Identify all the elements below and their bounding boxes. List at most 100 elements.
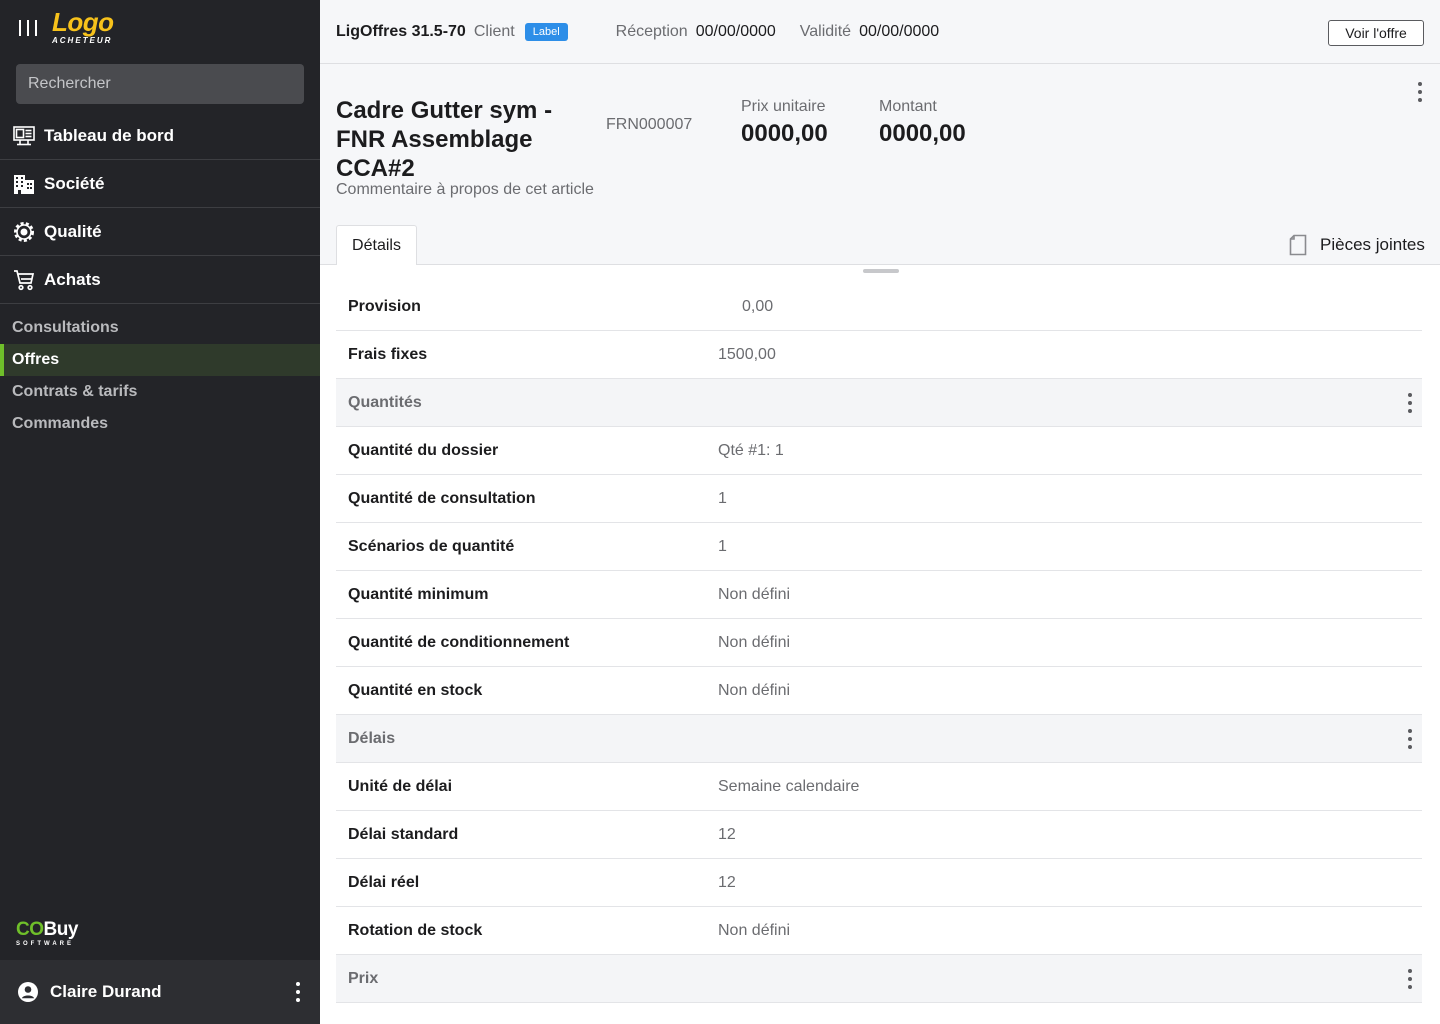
row-delai-standard: Délai standard 12 bbox=[336, 811, 1422, 859]
section-kebab-icon[interactable] bbox=[1398, 727, 1422, 751]
row-label: Provision bbox=[348, 297, 421, 315]
tab-details[interactable]: Détails bbox=[336, 225, 417, 265]
building-icon bbox=[14, 174, 34, 194]
row-unite-delai: Unité de délai Semaine calendaire bbox=[336, 763, 1422, 811]
section-kebab-icon[interactable] bbox=[1398, 967, 1422, 991]
sidebar: Logo ACHETEUR Tableau de bord Société Qu… bbox=[0, 0, 320, 1024]
details-panel: Provision 0,00 Frais fixes 1500,00 Quant… bbox=[320, 264, 1440, 1024]
row-value: Non défini bbox=[718, 921, 791, 939]
attachments-tab[interactable]: Pièces jointes bbox=[1288, 234, 1425, 256]
dashboard-icon bbox=[13, 125, 35, 145]
row-label: Quantité minimum bbox=[348, 585, 489, 603]
sub-item-consultations[interactable]: Consultations bbox=[0, 312, 320, 344]
row-quantite-conditionnement: Quantité de conditionnement Non défini bbox=[336, 619, 1422, 667]
row-quantite-minimum: Quantité minimum Non défini bbox=[336, 571, 1422, 619]
row-label: Scénarios de quantité bbox=[348, 537, 515, 555]
nav-label: Société bbox=[44, 173, 105, 193]
client-label: Client bbox=[473, 22, 515, 40]
row-rotation-stock: Rotation de stock Non défini bbox=[336, 907, 1422, 955]
row-value: Non défini bbox=[718, 585, 791, 603]
sub-item-commandes[interactable]: Commandes bbox=[0, 408, 320, 440]
offer-header: LigOffres 31.5-70 Client Label Réception… bbox=[320, 0, 1440, 64]
nav-label: Tableau de bord bbox=[44, 125, 175, 145]
section-title: Quantités bbox=[348, 393, 422, 411]
article-comment: Commentaire à propos de cet article bbox=[336, 181, 594, 198]
row-delai-reel: Délai réel 12 bbox=[336, 859, 1422, 907]
attachments-label: Pièces jointes bbox=[1320, 235, 1425, 254]
offer-reference: LigOffres 31.5-70 bbox=[336, 22, 466, 40]
nav-item-dashboard[interactable]: Tableau de bord bbox=[0, 112, 320, 160]
user-menu-kebab-icon[interactable] bbox=[286, 980, 310, 1004]
article-code: FRN000007 bbox=[606, 116, 693, 133]
row-quantite-stock: Quantité en stock Non défini bbox=[336, 667, 1422, 715]
row-label: Délai réel bbox=[348, 873, 420, 891]
main-nav: Tableau de bord Société Qualité Achats bbox=[0, 112, 320, 304]
section-title: Prix bbox=[348, 969, 379, 987]
details-list: Provision 0,00 Frais fixes 1500,00 Quant… bbox=[336, 283, 1422, 1003]
row-value: 12 bbox=[718, 873, 736, 891]
attachment-icon bbox=[1289, 234, 1307, 256]
cobuy-subtitle: SOFTWARE bbox=[16, 941, 74, 947]
status-badge: Label bbox=[524, 22, 568, 41]
nav-item-societe[interactable]: Société bbox=[0, 160, 320, 208]
row-quantite-consultation: Quantité de consultation 1 bbox=[336, 475, 1422, 523]
amount-label: Montant bbox=[879, 98, 937, 115]
row-value: 1 bbox=[718, 537, 727, 555]
cart-icon bbox=[14, 269, 35, 290]
sub-item-contrats-tarifs[interactable]: Contrats & tarifs bbox=[0, 376, 320, 408]
logo-text: Logo bbox=[52, 7, 114, 37]
reception-label: Réception bbox=[615, 22, 688, 40]
article-menu-kebab-icon[interactable] bbox=[1408, 80, 1432, 104]
row-label: Quantité de conditionnement bbox=[348, 633, 570, 651]
avatar-icon[interactable] bbox=[16, 980, 40, 1004]
row-frais-fixes: Frais fixes 1500,00 bbox=[336, 331, 1422, 379]
row-value: 1500,00 bbox=[718, 345, 776, 363]
section-quantites: Quantités bbox=[336, 379, 1422, 427]
article-title: Cadre Gutter sym - FNR Assemblage CCA#2 bbox=[336, 97, 553, 182]
cobuy-wordmark: COBuy bbox=[16, 920, 78, 939]
validite-date: 00/00/0000 bbox=[859, 22, 940, 40]
row-value: 12 bbox=[718, 825, 736, 843]
row-scenarios-quantite: Scénarios de quantité 1 bbox=[336, 523, 1422, 571]
section-delais: Délais bbox=[336, 715, 1422, 763]
unit-price-label: Prix unitaire bbox=[741, 98, 826, 115]
user-bar: Claire Durand bbox=[0, 960, 320, 1024]
row-label: Unité de délai bbox=[348, 777, 453, 795]
nav-label: Achats bbox=[44, 269, 101, 289]
row-label: Quantité du dossier bbox=[348, 441, 499, 459]
row-label: Quantité en stock bbox=[348, 681, 483, 699]
row-value: Semaine calendaire bbox=[718, 777, 860, 795]
unit-price-value: 0000,00 bbox=[741, 120, 828, 147]
unit-price: Prix unitaire 0000,00 bbox=[741, 98, 828, 148]
section-title: Délais bbox=[348, 729, 396, 747]
nav-item-achats[interactable]: Achats bbox=[0, 256, 320, 304]
amount-value: 0000,00 bbox=[879, 120, 966, 147]
section-kebab-icon[interactable] bbox=[1398, 391, 1422, 415]
row-value: 0,00 bbox=[742, 297, 774, 315]
validite-label: Validité bbox=[799, 22, 852, 40]
app-logo[interactable]: Logo ACHETEUR bbox=[52, 9, 114, 45]
row-label: Quantité de consultation bbox=[348, 489, 536, 507]
nav-item-qualite[interactable]: Qualité bbox=[0, 208, 320, 256]
row-value: Qté #1: 1 bbox=[718, 441, 784, 459]
menu-icon[interactable] bbox=[19, 20, 37, 36]
sidebar-header: Logo ACHETEUR bbox=[0, 0, 320, 58]
drag-handle[interactable] bbox=[863, 269, 899, 273]
row-label: Rotation de stock bbox=[348, 921, 483, 939]
row-label: Frais fixes bbox=[348, 345, 428, 363]
sub-nav: Consultations Offres Contrats & tarifs C… bbox=[0, 312, 320, 440]
cobuy-logo: COBuy SOFTWARE bbox=[16, 920, 78, 947]
row-value: Non défini bbox=[718, 633, 791, 651]
view-offer-button[interactable]: Voir l'offre bbox=[1328, 20, 1424, 46]
amount: Montant 0000,00 bbox=[879, 98, 966, 148]
search-input[interactable] bbox=[16, 64, 304, 104]
row-value: Non défini bbox=[718, 681, 791, 699]
row-label: Délai standard bbox=[348, 825, 459, 843]
quality-gear-icon bbox=[14, 221, 34, 242]
sub-item-offres[interactable]: Offres bbox=[0, 344, 320, 376]
section-prix: Prix bbox=[336, 955, 1422, 1003]
user-name: Claire Durand bbox=[50, 982, 162, 1001]
nav-label: Qualité bbox=[44, 221, 102, 241]
row-quantite-dossier: Quantité du dossier Qté #1: 1 bbox=[336, 427, 1422, 475]
reception-date: 00/00/0000 bbox=[695, 22, 776, 40]
